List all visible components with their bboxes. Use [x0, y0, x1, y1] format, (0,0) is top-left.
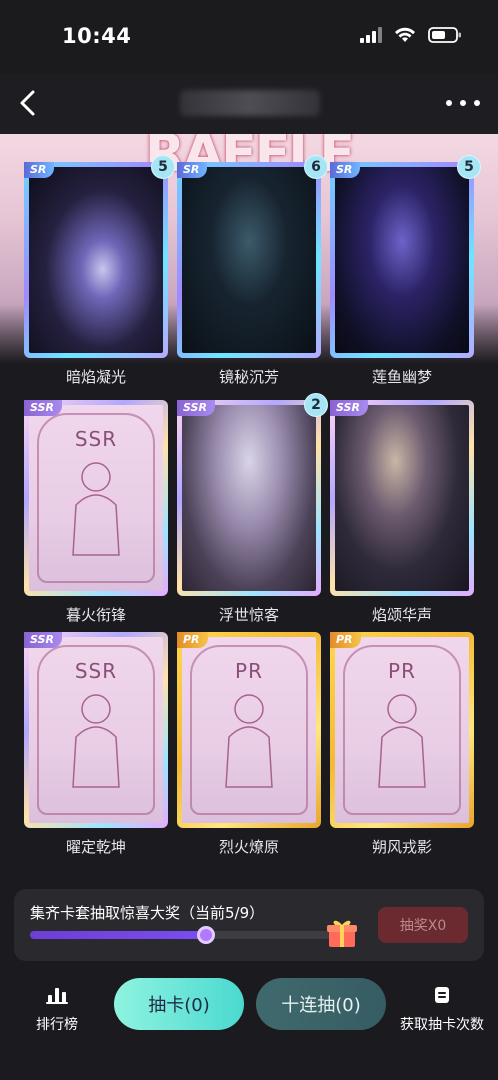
card-item[interactable]: SSR: [330, 400, 474, 596]
card-item[interactable]: SSR 2: [177, 393, 328, 596]
card-item[interactable]: SSR SSR: [24, 400, 168, 596]
card-name: 焰颂华声: [371, 606, 432, 624]
card-rarity-badge: SSR: [177, 400, 215, 416]
card-name: 暗焰凝光: [65, 368, 126, 386]
card-count-badge: 5: [151, 155, 175, 179]
card-name: 浮世惊客: [218, 606, 279, 624]
progress-knob: [196, 926, 215, 944]
bar-chart-icon: [46, 988, 68, 1004]
card-locked-label: PR: [235, 659, 263, 683]
nav-bar: [0, 74, 498, 134]
card-rarity-badge: SSR: [24, 632, 62, 648]
card-locked-label: PR: [388, 659, 416, 683]
leaderboard-label: 排行榜: [36, 1017, 78, 1033]
card-name: 暮火衔锋: [65, 606, 126, 624]
card-locked-art: SSR: [29, 405, 163, 591]
card-name: 烈火燎原: [218, 838, 279, 856]
card-art: [29, 167, 163, 353]
card-name: 莲鱼幽梦: [371, 368, 432, 386]
card-locked-art: PR: [335, 637, 469, 823]
character-silhouette-icon: [72, 694, 120, 788]
wifi-icon: [395, 27, 415, 42]
lottery-button[interactable]: 抽奖X0: [378, 907, 468, 943]
card-name: 朔风戎影: [371, 838, 432, 856]
card-locked-art: PR: [182, 637, 316, 823]
collection-progress-panel: 集齐卡套抽取惊喜大奖（当前5/9） 抽奖X0: [14, 889, 484, 961]
card-locked-label: SSR: [74, 659, 118, 683]
battery-icon: [428, 27, 461, 43]
progress-track: [30, 926, 346, 944]
card-locked-label: SSR: [74, 427, 118, 451]
card-rarity-badge: PR: [330, 632, 361, 648]
card-name: 镜秘沉芳: [218, 368, 279, 386]
card-rarity-badge: SR: [24, 162, 55, 178]
character-silhouette-icon: [225, 694, 273, 788]
card-rarity-badge: SSR: [24, 400, 62, 416]
draw-card-button[interactable]: 抽卡(0): [114, 978, 244, 1030]
card-count-badge: 6: [304, 155, 328, 179]
more-icon-dot: [460, 100, 466, 106]
progress-title: 集齐卡套抽取惊喜大奖（当前5/9）: [30, 904, 265, 922]
document-icon: [435, 987, 449, 1003]
card-art: [335, 405, 469, 591]
page-title: [180, 90, 320, 116]
get-draw-count-label: 获取抽卡次数: [400, 1017, 484, 1033]
status-bar: 10:44: [0, 0, 498, 74]
card-item[interactable]: SR 5: [330, 155, 481, 358]
card-rarity-badge: SR: [330, 162, 361, 178]
chevron-left-icon: [20, 90, 35, 116]
leaderboard-button[interactable]: 排行榜: [30, 986, 84, 1034]
card-locked-art: SSR: [29, 637, 163, 823]
character-silhouette-icon: [378, 694, 426, 788]
card-name: 曜定乾坤: [65, 838, 126, 856]
card-item[interactable]: PR PR: [330, 632, 474, 828]
more-button[interactable]: [446, 90, 480, 116]
card-rarity-badge: SSR: [330, 400, 368, 416]
card-item[interactable]: SR 5: [24, 155, 175, 358]
gift-icon: [327, 920, 357, 947]
status-time: 10:44: [62, 24, 132, 48]
card-art: [182, 405, 316, 591]
get-draw-count-button[interactable]: 获取抽卡次数: [396, 986, 488, 1034]
more-icon-dot: [474, 100, 480, 106]
progress-fill: [30, 931, 206, 939]
card-count-badge: 5: [457, 155, 481, 179]
card-art: [182, 167, 316, 353]
card-rarity-badge: PR: [177, 632, 208, 648]
character-silhouette-icon: [72, 462, 120, 556]
more-icon-dot: [446, 100, 452, 106]
card-item[interactable]: SSR SSR: [24, 632, 168, 828]
back-button[interactable]: [10, 86, 44, 120]
bottom-bar: 排行榜 抽卡(0) 十连抽(0) 获取抽卡次数: [0, 968, 498, 1080]
card-rarity-badge: SR: [177, 162, 208, 178]
card-item[interactable]: PR PR: [177, 632, 321, 828]
card-item[interactable]: SR 6: [177, 155, 328, 358]
card-art: [335, 167, 469, 353]
signal-icon: [360, 27, 382, 43]
draw-ten-button[interactable]: 十连抽(0): [256, 978, 386, 1030]
card-count-badge: 2: [304, 393, 328, 417]
status-icons: [360, 27, 462, 43]
